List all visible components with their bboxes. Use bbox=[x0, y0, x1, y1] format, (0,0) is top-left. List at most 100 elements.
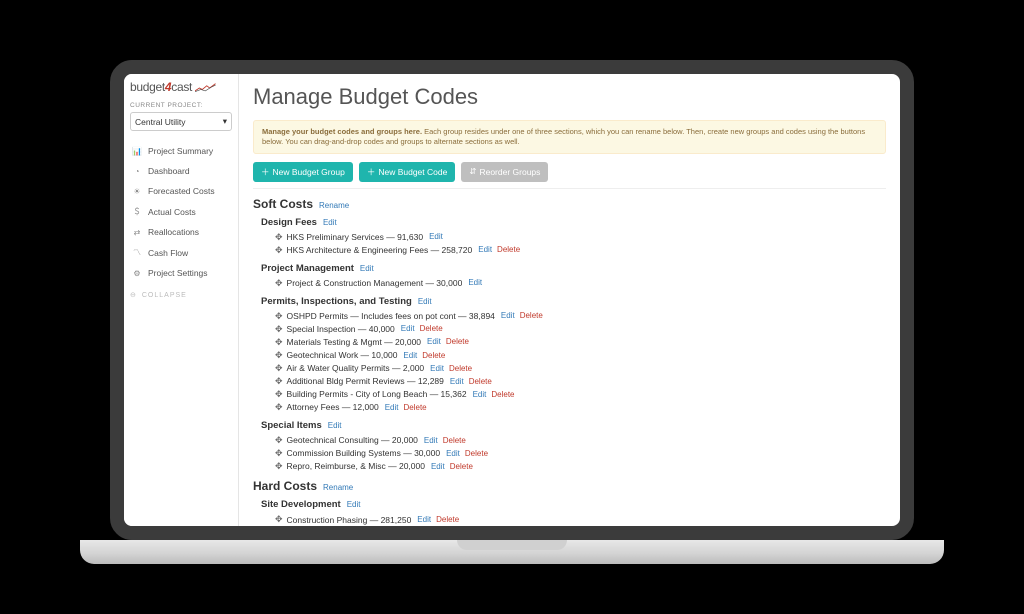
move-icon[interactable]: ✥ bbox=[275, 277, 283, 290]
code-text: Geotechnical Consulting — 20,000 bbox=[287, 434, 418, 446]
edit-link[interactable]: Edit bbox=[323, 218, 337, 227]
delete-link[interactable]: Delete bbox=[450, 461, 473, 473]
move-icon[interactable]: ✥ bbox=[275, 231, 283, 244]
edit-link[interactable]: Edit bbox=[424, 435, 438, 447]
rename-link[interactable]: Rename bbox=[319, 201, 349, 210]
move-icon[interactable]: ✥ bbox=[275, 244, 283, 257]
sections: Soft CostsRenameDesign FeesEdit✥HKS Prel… bbox=[253, 197, 886, 527]
budget-code-row: ✥ Project & Construction Management — 30,… bbox=[275, 277, 886, 290]
line-chart-icon: 〽 bbox=[132, 247, 142, 258]
edit-link[interactable]: Edit bbox=[473, 389, 487, 401]
nav-project-settings[interactable]: ⚙Project Settings bbox=[130, 263, 232, 283]
budget-code-row: ✥Repro, Reimburse, & Misc — 20,000EditDe… bbox=[275, 460, 886, 473]
collapse-icon: ⊖ bbox=[130, 291, 137, 299]
divider bbox=[253, 188, 886, 189]
edit-link[interactable]: Edit bbox=[501, 310, 515, 322]
code-text: Project & Construction Management — 30,0… bbox=[287, 277, 463, 289]
delete-link[interactable]: Delete bbox=[497, 244, 520, 256]
edit-link[interactable]: Edit bbox=[401, 323, 415, 335]
edit-link[interactable]: Edit bbox=[468, 277, 482, 289]
swap-icon: ⇄ bbox=[132, 228, 142, 237]
money-icon: ＄ bbox=[132, 206, 142, 217]
page-title: Manage Budget Codes bbox=[253, 84, 886, 110]
nav-cash-flow[interactable]: 〽Cash Flow bbox=[130, 242, 232, 263]
delete-link[interactable]: Delete bbox=[465, 448, 488, 460]
edit-link[interactable]: Edit bbox=[418, 297, 432, 306]
current-project-label: CURRENT PROJECT: bbox=[130, 102, 232, 109]
group-title: Permits, Inspections, and TestingEdit bbox=[261, 296, 886, 307]
main-content: Manage Budget Codes Manage your budget c… bbox=[239, 74, 900, 526]
edit-link[interactable]: Edit bbox=[450, 376, 464, 388]
move-icon[interactable]: ✥ bbox=[275, 375, 283, 388]
edit-link[interactable]: Edit bbox=[403, 350, 417, 362]
move-icon[interactable]: ✥ bbox=[275, 336, 283, 349]
edit-link[interactable]: Edit bbox=[417, 514, 431, 526]
delete-link[interactable]: Delete bbox=[422, 350, 445, 362]
edit-link[interactable]: Edit bbox=[446, 448, 460, 460]
delete-link[interactable]: Delete bbox=[449, 363, 472, 375]
delete-link[interactable]: Delete bbox=[491, 389, 514, 401]
bar-chart-icon: 📊 bbox=[132, 147, 142, 156]
code-text: HKS Architecture & Engineering Fees — 25… bbox=[287, 244, 473, 256]
code-text: Additional Bldg Permit Reviews — 12,289 bbox=[287, 375, 444, 387]
delete-link[interactable]: Delete bbox=[436, 514, 459, 526]
edit-link[interactable]: Edit bbox=[385, 402, 399, 414]
move-icon[interactable]: ✥ bbox=[275, 434, 283, 447]
move-icon[interactable]: ✥ bbox=[275, 447, 283, 460]
move-icon[interactable]: ✥ bbox=[275, 460, 283, 473]
nav-dashboard[interactable]: ◔Dashboard bbox=[130, 161, 232, 181]
edit-link[interactable]: Edit bbox=[360, 264, 374, 273]
logo-chart-icon bbox=[195, 83, 217, 93]
nav-reallocations[interactable]: ⇄Reallocations bbox=[130, 222, 232, 242]
rename-link[interactable]: Rename bbox=[323, 483, 353, 492]
code-text: HKS Preliminary Services — 91,630 bbox=[287, 231, 424, 243]
project-select[interactable]: Central Utility ▾ bbox=[130, 112, 232, 131]
budget-group: Project ManagementEdit✥Project & Constru… bbox=[261, 263, 886, 290]
nav-project-summary[interactable]: 📊Project Summary bbox=[130, 141, 232, 161]
move-icon[interactable]: ✥ bbox=[275, 323, 283, 336]
sliders-icon: ⚙ bbox=[132, 269, 142, 278]
move-icon[interactable]: ✥ bbox=[275, 401, 283, 414]
gauge-icon: ◔ bbox=[132, 167, 142, 176]
nav-forecasted-costs[interactable]: ☀Forecasted Costs bbox=[130, 181, 232, 201]
code-text: Construction Phasing — 281,250 bbox=[287, 514, 412, 526]
edit-link[interactable]: Edit bbox=[431, 461, 445, 473]
delete-link[interactable]: Delete bbox=[403, 402, 426, 414]
move-icon[interactable]: ✥ bbox=[275, 349, 283, 362]
delete-link[interactable]: Delete bbox=[469, 376, 492, 388]
edit-link[interactable]: Edit bbox=[430, 363, 444, 375]
edit-link[interactable]: Edit bbox=[328, 421, 342, 430]
nav: 📊Project Summary ◔Dashboard ☀Forecasted … bbox=[130, 141, 232, 283]
new-budget-group-button[interactable]: ＋New Budget Group bbox=[253, 162, 353, 182]
delete-link[interactable]: Delete bbox=[420, 323, 443, 335]
move-icon[interactable]: ✥ bbox=[275, 388, 283, 401]
delete-link[interactable]: Delete bbox=[520, 310, 543, 322]
new-budget-code-button[interactable]: ＋New Budget Code bbox=[359, 162, 456, 182]
move-icon[interactable]: ✥ bbox=[275, 362, 283, 375]
edit-link[interactable]: Edit bbox=[429, 231, 443, 243]
delete-link[interactable]: Delete bbox=[443, 435, 466, 447]
budget-code-row: ✥Geotechnical Work — 10,000EditDelete bbox=[275, 349, 886, 362]
forecast-icon: ☀ bbox=[132, 187, 142, 196]
budget-group: Special ItemsEdit✥Geotechnical Consultin… bbox=[261, 420, 886, 473]
nav-actual-costs[interactable]: ＄Actual Costs bbox=[130, 201, 232, 222]
budget-code-row: ✥Building Permits - City of Long Beach —… bbox=[275, 388, 886, 401]
reorder-groups-button[interactable]: ⇵Reorder Groups bbox=[461, 162, 548, 182]
delete-link[interactable]: Delete bbox=[446, 336, 469, 348]
budget-code-row: ✥ Additional Bldg Permit Reviews — 12,289… bbox=[275, 375, 886, 388]
move-icon[interactable]: ✥ bbox=[275, 310, 283, 323]
move-icon[interactable]: ✥ bbox=[275, 513, 283, 526]
edit-link[interactable]: Edit bbox=[347, 500, 361, 509]
edit-link[interactable]: Edit bbox=[478, 244, 492, 256]
budget-code-row: ✥Commission Building Systems — 30,000Edi… bbox=[275, 447, 886, 460]
budget-code-row: ✥ HKS Preliminary Services — 91,630 Edit bbox=[275, 231, 886, 244]
project-select-value: Central Utility bbox=[135, 117, 186, 127]
edit-link[interactable]: Edit bbox=[427, 336, 441, 348]
budget-code-row: ✥ Construction Phasing — 281,250 Edit Delet… bbox=[275, 513, 886, 526]
collapse-sidebar[interactable]: ⊖ COLLAPSE bbox=[130, 291, 232, 299]
budget-group: Design FeesEdit✥HKS Preliminary Services… bbox=[261, 217, 886, 257]
sidebar: budget4cast CURRENT PROJECT: Central Uti… bbox=[124, 74, 239, 526]
plus-icon: ＋ bbox=[367, 166, 376, 178]
info-banner: Manage your budget codes and groups here… bbox=[253, 120, 886, 154]
budget-code-row: ✥Air & Water Quality Permits — 2,000Edit… bbox=[275, 362, 886, 375]
